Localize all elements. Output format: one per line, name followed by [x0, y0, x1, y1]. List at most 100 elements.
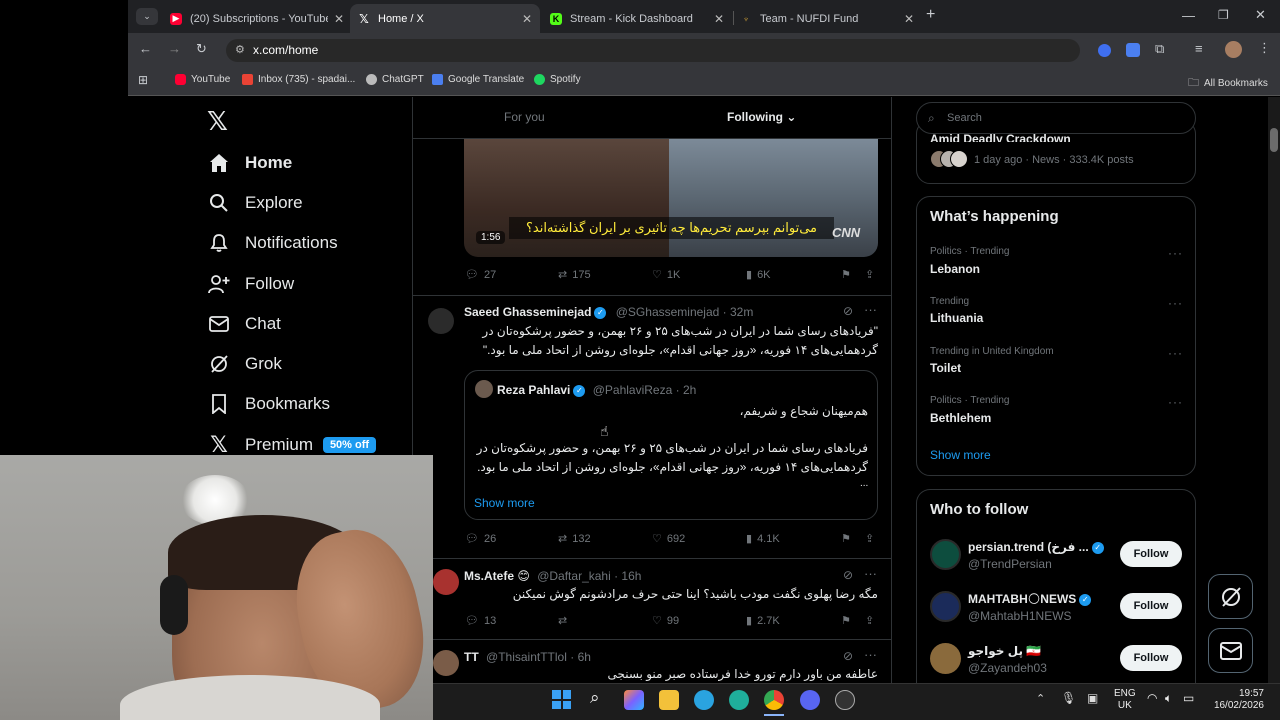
avatar[interactable]	[433, 650, 459, 676]
more-icon[interactable]: ···	[864, 302, 877, 317]
more-icon[interactable]: ···	[1168, 296, 1183, 310]
address-bar[interactable]: ⚙ x.com/home	[226, 39, 1080, 62]
chrome-icon[interactable]	[764, 690, 784, 710]
show-more-link[interactable]: Show more	[930, 448, 991, 462]
share-button[interactable]: ⇪	[865, 614, 874, 627]
views-button[interactable]: ▮ 2.7K	[746, 614, 780, 628]
share-button[interactable]: ⇪	[865, 268, 874, 281]
clock[interactable]: 19:57 16/02/2026	[1206, 688, 1264, 712]
x-logo-icon[interactable]: 𝕏	[207, 106, 228, 137]
search-input[interactable]: ⌕ Search	[916, 102, 1196, 134]
nav-follow[interactable]: Follow	[207, 267, 294, 301]
nav-notifications[interactable]: Notifications	[207, 226, 338, 260]
copilot-icon[interactable]	[624, 690, 644, 710]
menu-dots-icon[interactable]: ⋮	[1258, 40, 1271, 56]
bookmark-youtube[interactable]: YouTube	[175, 74, 230, 85]
bookmark-spotify[interactable]: Spotify	[534, 74, 581, 85]
media-controls-icon[interactable]: ≡	[1195, 41, 1203, 56]
trend-name[interactable]: Bethlehem	[930, 411, 991, 425]
bookmark-chatgpt[interactable]: ChatGPT	[366, 74, 424, 85]
follow-button[interactable]: Follow	[1120, 645, 1182, 671]
author-handle[interactable]: @ThisaintTTlol	[486, 650, 567, 664]
avatar[interactable]	[930, 643, 961, 674]
windows-start-icon[interactable]	[552, 690, 571, 709]
tab-x-home[interactable]: 𝕏 Home / X ✕	[350, 4, 540, 33]
suggestion-name-row[interactable]: MAHTABH🌕NEWS ✓	[968, 592, 1092, 606]
repost-button[interactable]: ⇄ 132	[558, 532, 591, 546]
window-close-icon[interactable]: ✕	[1255, 7, 1266, 23]
reload-icon[interactable]: ↻	[196, 41, 207, 57]
reply-button[interactable]: 💬︎ 26	[465, 532, 496, 546]
restore-icon[interactable]: ❐	[1218, 8, 1229, 22]
extension-icon[interactable]	[1098, 44, 1111, 57]
profile-avatar[interactable]	[1225, 41, 1242, 58]
close-icon[interactable]: ✕	[334, 12, 344, 26]
repost-button[interactable]: ⇄	[558, 614, 567, 627]
messages-floating-button[interactable]	[1208, 628, 1253, 673]
bookmark-gmail[interactable]: Inbox (735) - spadai...	[242, 74, 355, 85]
discord-icon[interactable]	[800, 690, 820, 710]
trend-name[interactable]: Toilet	[930, 361, 961, 375]
language-indicator[interactable]: ENG UK	[1114, 688, 1136, 712]
like-button[interactable]: ♡ 99	[652, 614, 679, 628]
minimize-icon[interactable]: —	[1182, 8, 1195, 23]
bookmark-google-translate[interactable]: Google Translate	[432, 74, 524, 85]
avatar[interactable]	[433, 569, 459, 595]
show-more-link[interactable]: Show more	[474, 496, 535, 510]
tweet-time[interactable]: · 16h	[614, 569, 641, 583]
nav-grok[interactable]: Grok	[207, 347, 282, 381]
views-button[interactable]: ▮ 6K	[746, 268, 771, 282]
battery-icon[interactable]: ▭	[1183, 691, 1194, 705]
close-icon[interactable]: ✕	[904, 12, 914, 26]
bookmark-button[interactable]: ⚑	[841, 532, 851, 545]
author-handle[interactable]: @Daftar_kahi	[537, 569, 611, 583]
author-name[interactable]: TT	[464, 650, 479, 664]
like-button[interactable]: ♡ 692	[652, 532, 685, 546]
grok-icon[interactable]: ⊘	[843, 304, 853, 318]
repost-button[interactable]: ⇄ 175	[558, 268, 591, 282]
more-icon[interactable]: ···	[1168, 395, 1183, 409]
back-icon[interactable]: ←	[139, 41, 152, 56]
nav-chat[interactable]: Chat	[207, 307, 281, 341]
trend-name[interactable]: Lithuania	[930, 311, 983, 325]
more-icon[interactable]: ···	[1168, 346, 1183, 360]
tab-for-you[interactable]: For you	[504, 110, 545, 124]
video-player[interactable]: می‌توانم بپرسم تحریم‌ها چه تاثیری بر ایر…	[464, 139, 878, 257]
nav-explore[interactable]: Explore	[207, 186, 303, 220]
microphone-icon[interactable]: 🎙︎	[1061, 691, 1076, 705]
site-info-icon[interactable]: ⚙	[235, 39, 245, 62]
new-tab-icon[interactable]: +	[926, 6, 935, 24]
share-button[interactable]: ⇪	[865, 532, 874, 545]
volume-icon[interactable]: 🔈︎	[1165, 691, 1172, 706]
tweet-time[interactable]: · 6h	[570, 650, 591, 664]
more-icon[interactable]: ···	[864, 566, 877, 581]
reply-button[interactable]: 💬︎ 27	[465, 268, 496, 282]
tweet-time[interactable]: · 32m	[723, 305, 754, 319]
apps-grid-icon[interactable]: ⊞	[138, 73, 148, 87]
tab-youtube[interactable]: ▶ (20) Subscriptions - YouTube ✕	[162, 4, 352, 33]
wifi-icon[interactable]: ◠	[1147, 691, 1157, 705]
tray-overflow-icon[interactable]: ⌃	[1036, 692, 1045, 705]
obs-icon[interactable]	[835, 690, 855, 710]
tray-app-icon[interactable]: ▣	[1087, 691, 1098, 705]
nav-bookmarks[interactable]: Bookmarks	[207, 387, 330, 421]
follow-button[interactable]: Follow	[1120, 593, 1182, 619]
more-icon[interactable]: ···	[1168, 246, 1183, 260]
tab-search-icon[interactable]: ⌄	[136, 8, 158, 25]
grok-icon[interactable]: ⊘	[843, 568, 853, 582]
author-handle[interactable]: @SGhasseminejad	[616, 305, 720, 319]
bookmark-button[interactable]: ⚑	[841, 614, 851, 627]
tab-nufdi[interactable]: ♆ Team - NUFDI Fund ✕	[732, 4, 922, 33]
suggestion-name[interactable]: پل خواجو 🇮🇷	[968, 644, 1041, 658]
file-explorer-icon[interactable]	[659, 690, 679, 710]
all-bookmarks[interactable]: 🗀 All Bookmarks	[1188, 74, 1268, 93]
follow-button[interactable]: Follow	[1120, 541, 1182, 567]
scrollbar-track[interactable]	[1268, 97, 1280, 683]
suggestion-name-row[interactable]: persian.trend (فرخ ... ✓	[968, 540, 1104, 554]
views-button[interactable]: ▮ 4.1K	[746, 532, 780, 546]
like-button[interactable]: ♡ 1K	[652, 268, 680, 282]
close-icon[interactable]: ✕	[522, 12, 532, 26]
telegram-icon[interactable]	[694, 690, 714, 710]
taskbar-search-icon[interactable]: ⌕	[590, 688, 600, 708]
translate-extension-icon[interactable]	[1126, 43, 1140, 57]
